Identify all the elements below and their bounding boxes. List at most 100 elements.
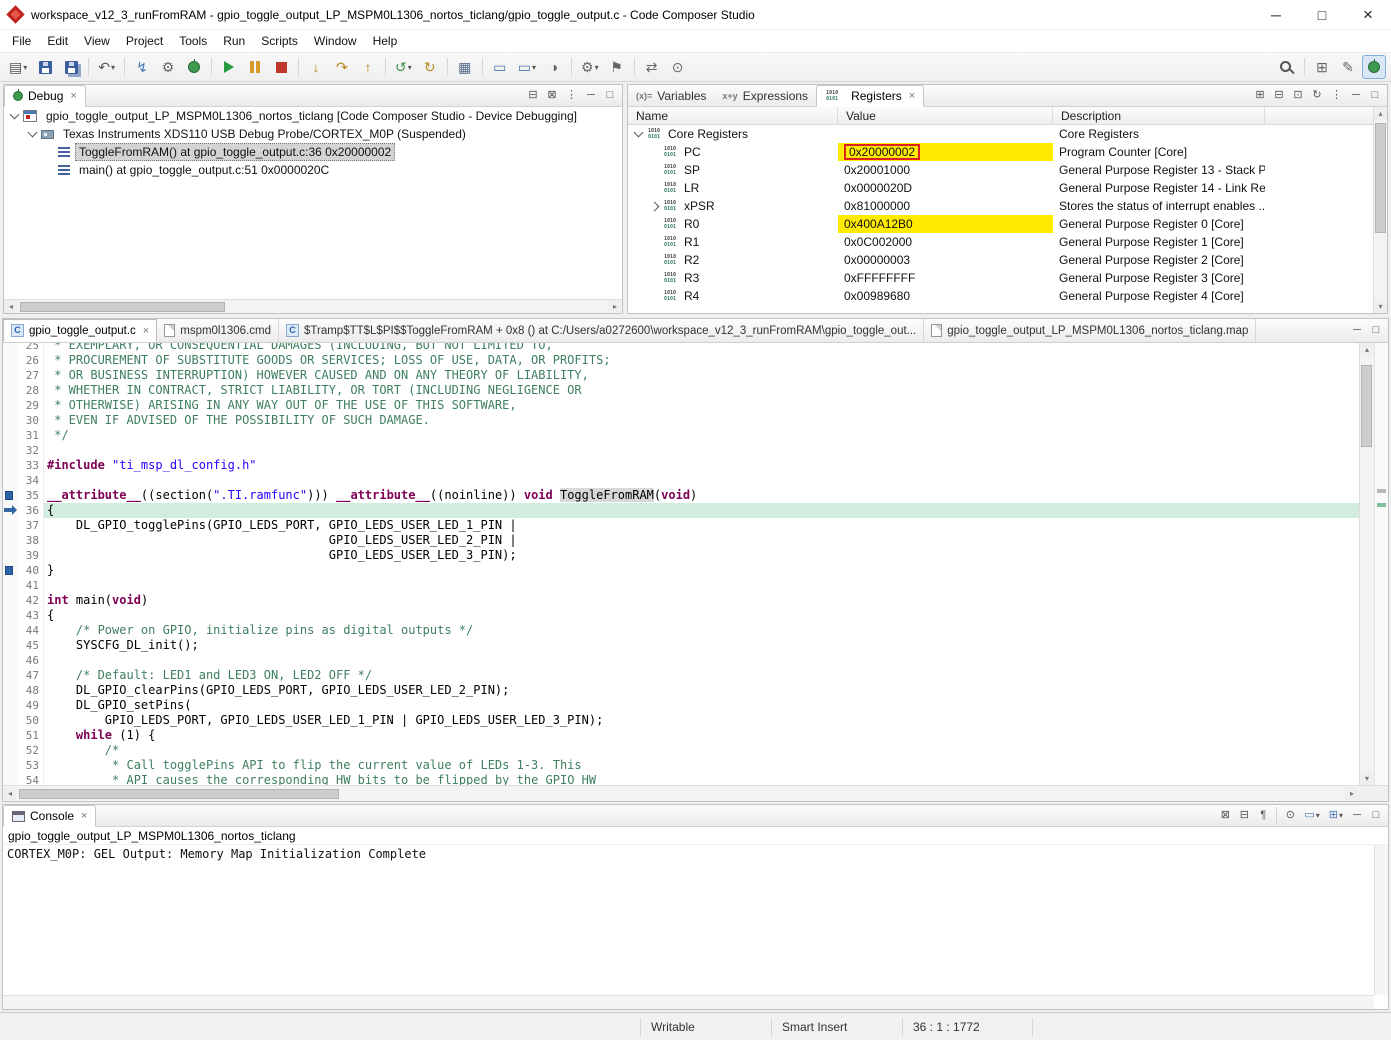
save-all-button[interactable] bbox=[59, 55, 83, 79]
editor-marker-ruler[interactable] bbox=[3, 698, 19, 713]
new-register-group-icon[interactable]: ⊞ bbox=[1251, 87, 1269, 105]
menu-window[interactable]: Window bbox=[306, 31, 365, 51]
editor-tab[interactable]: Cgpio_toggle_output.c× bbox=[3, 319, 157, 342]
code-text[interactable] bbox=[47, 653, 1359, 668]
register-group-row[interactable]: 10100101Core RegistersCore Registers bbox=[628, 125, 1373, 143]
tab-registers[interactable]: 10100101Registers× bbox=[816, 85, 924, 107]
menu-help[interactable]: Help bbox=[365, 31, 406, 51]
code-text[interactable]: * OTHERWISE) ARISING IN ANY WAY OUT OF T… bbox=[47, 398, 1359, 413]
editor-marker-ruler[interactable] bbox=[3, 343, 19, 353]
ccs-debug-perspective-button[interactable] bbox=[1362, 55, 1386, 79]
minimize-window-button[interactable]: ─ bbox=[1253, 0, 1299, 30]
editor-marker-ruler[interactable] bbox=[3, 413, 19, 428]
editor-tab[interactable]: C$Tramp$TT$L$PI$$ToggleFromRAM + 0x8 () … bbox=[279, 319, 924, 342]
console-vertical-scrollbar[interactable] bbox=[1374, 845, 1388, 995]
code-text[interactable]: DL_GPIO_setPins( bbox=[47, 698, 1359, 713]
editor-marker-ruler[interactable] bbox=[3, 608, 19, 623]
maximize-view-icon[interactable]: □ bbox=[1367, 322, 1385, 340]
editor-marker-ruler[interactable] bbox=[3, 623, 19, 638]
code-text[interactable]: DL_GPIO_togglePins(GPIO_LEDS_PORT, GPIO_… bbox=[47, 518, 1359, 533]
scroll-down-icon[interactable]: ▾ bbox=[1374, 300, 1387, 313]
register-value[interactable]: 0x00989680 bbox=[838, 287, 1053, 305]
editor-tab[interactable]: gpio_toggle_output_LP_MSPM0L1306_nortos_… bbox=[924, 319, 1256, 342]
editor-marker-ruler[interactable] bbox=[3, 368, 19, 383]
pin-console-icon[interactable]: ⊙ bbox=[1281, 807, 1299, 825]
ccs-edit-perspective-button[interactable]: ✎ bbox=[1336, 55, 1360, 79]
register-row[interactable]: 10100101LR0x0000020DGeneral Purpose Regi… bbox=[628, 179, 1373, 197]
suspend-button[interactable] bbox=[243, 55, 267, 79]
minimize-view-icon[interactable]: ─ bbox=[1348, 322, 1366, 340]
minimize-view-icon[interactable]: ─ bbox=[1347, 87, 1365, 105]
register-value[interactable]: 0x20001000 bbox=[838, 161, 1053, 179]
scroll-right-icon[interactable]: ▸ bbox=[1345, 787, 1359, 800]
expander-icon[interactable] bbox=[28, 128, 38, 138]
new-window-button[interactable]: ▭ bbox=[488, 55, 512, 79]
menu-project[interactable]: Project bbox=[118, 31, 171, 51]
register-row[interactable]: 10100101R20x00000003General Purpose Regi… bbox=[628, 251, 1373, 269]
editor-marker-ruler[interactable] bbox=[3, 773, 19, 785]
close-tab-icon[interactable]: × bbox=[79, 810, 87, 822]
clear-console-icon[interactable]: ⊠ bbox=[1216, 807, 1234, 825]
scroll-left-icon[interactable]: ◂ bbox=[4, 300, 18, 313]
register-row[interactable]: 10100101R30xFFFFFFFFGeneral Purpose Regi… bbox=[628, 269, 1373, 287]
editor-marker-ruler[interactable] bbox=[3, 548, 19, 563]
code-text[interactable]: #include "ti_msp_dl_config.h" bbox=[47, 458, 1359, 473]
menu-view[interactable]: View bbox=[76, 31, 118, 51]
editor-marker-ruler[interactable] bbox=[3, 458, 19, 473]
close-tab-icon[interactable]: × bbox=[68, 90, 76, 102]
column-header-value[interactable]: Value bbox=[838, 107, 1053, 124]
undo-button[interactable]: ↶▾ bbox=[94, 55, 119, 79]
pin-button[interactable]: ⊙ bbox=[666, 55, 690, 79]
scroll-lock-icon[interactable]: ⊟ bbox=[1235, 807, 1253, 825]
code-text[interactable]: */ bbox=[47, 428, 1359, 443]
connect-target-button[interactable]: ↯ bbox=[130, 55, 154, 79]
save-button[interactable] bbox=[33, 55, 57, 79]
code-text[interactable]: * API causes the corresponding HW bits t… bbox=[47, 773, 1359, 785]
minimize-view-icon[interactable]: ─ bbox=[1348, 807, 1366, 825]
step-return-button[interactable]: ↑ bbox=[356, 55, 380, 79]
editor-marker-ruler[interactable] bbox=[3, 743, 19, 758]
collapse-all-icon[interactable]: ⊟ bbox=[524, 87, 542, 105]
scroll-right-icon[interactable]: ▸ bbox=[608, 300, 622, 313]
code-text[interactable]: __attribute__((section(".TI.ramfunc"))) … bbox=[47, 488, 1359, 503]
debug-tree-item[interactable]: gpio_toggle_output_LP_MSPM0L1306_nortos_… bbox=[4, 107, 622, 125]
editor-marker-ruler[interactable] bbox=[3, 593, 19, 608]
register-value[interactable]: 0x81000000 bbox=[838, 197, 1053, 215]
restart-button[interactable]: ↻ bbox=[418, 55, 442, 79]
close-window-button[interactable]: × bbox=[1345, 0, 1391, 30]
open-console-icon[interactable]: ⊞▾ bbox=[1325, 807, 1347, 825]
remove-all-terminated-icon[interactable]: ⊠ bbox=[543, 87, 561, 105]
editor-marker-ruler[interactable] bbox=[3, 728, 19, 743]
open-perspective-button[interactable]: ⊞ bbox=[1310, 55, 1334, 79]
menu-file[interactable]: File bbox=[4, 31, 39, 51]
tab-variables[interactable]: (x)=Variables bbox=[628, 85, 714, 106]
editor-horizontal-scrollbar[interactable]: ◂ ▸ bbox=[3, 785, 1359, 801]
new-button[interactable]: ▤▾ bbox=[5, 55, 31, 79]
maximize-view-icon[interactable]: □ bbox=[1367, 807, 1385, 825]
editor-overview-ruler[interactable] bbox=[1374, 343, 1388, 785]
editor-marker-ruler[interactable] bbox=[3, 683, 19, 698]
register-value[interactable]: 0x0C002000 bbox=[838, 233, 1053, 251]
trace-button[interactable]: ⇄ bbox=[640, 55, 664, 79]
code-text[interactable]: { bbox=[47, 503, 1359, 518]
code-text[interactable]: * WHETHER IN CONTRACT, STRICT LIABILITY,… bbox=[47, 383, 1359, 398]
editor-marker-ruler[interactable] bbox=[3, 428, 19, 443]
editor-marker-ruler[interactable] bbox=[3, 653, 19, 668]
register-value[interactable]: 0xFFFFFFFF bbox=[838, 269, 1053, 287]
register-row[interactable]: 10100101R40x00989680General Purpose Regi… bbox=[628, 287, 1373, 305]
editor-marker-ruler[interactable] bbox=[3, 563, 19, 578]
expander-icon[interactable] bbox=[10, 110, 20, 120]
editor-marker-ruler[interactable] bbox=[3, 398, 19, 413]
register-row[interactable]: 10100101SP0x20001000General Purpose Regi… bbox=[628, 161, 1373, 179]
editor-marker-ruler[interactable] bbox=[3, 578, 19, 593]
editor-marker-ruler[interactable] bbox=[3, 758, 19, 773]
console-output[interactable]: CORTEX_M0P: GEL Output: Memory Map Initi… bbox=[3, 845, 1374, 995]
debug-horizontal-scrollbar[interactable]: ◂ ▸ bbox=[4, 299, 622, 313]
step-over-button[interactable]: ↷ bbox=[330, 55, 354, 79]
menu-tools[interactable]: Tools bbox=[171, 31, 215, 51]
code-text[interactable]: while (1) { bbox=[47, 728, 1359, 743]
editor-marker-ruler[interactable] bbox=[3, 668, 19, 683]
editor-marker-ruler[interactable] bbox=[3, 473, 19, 488]
code-text[interactable]: * PROCUREMENT OF SUBSTITUTE GOODS OR SER… bbox=[47, 353, 1359, 368]
memory-browser-button[interactable]: ▦ bbox=[453, 55, 477, 79]
